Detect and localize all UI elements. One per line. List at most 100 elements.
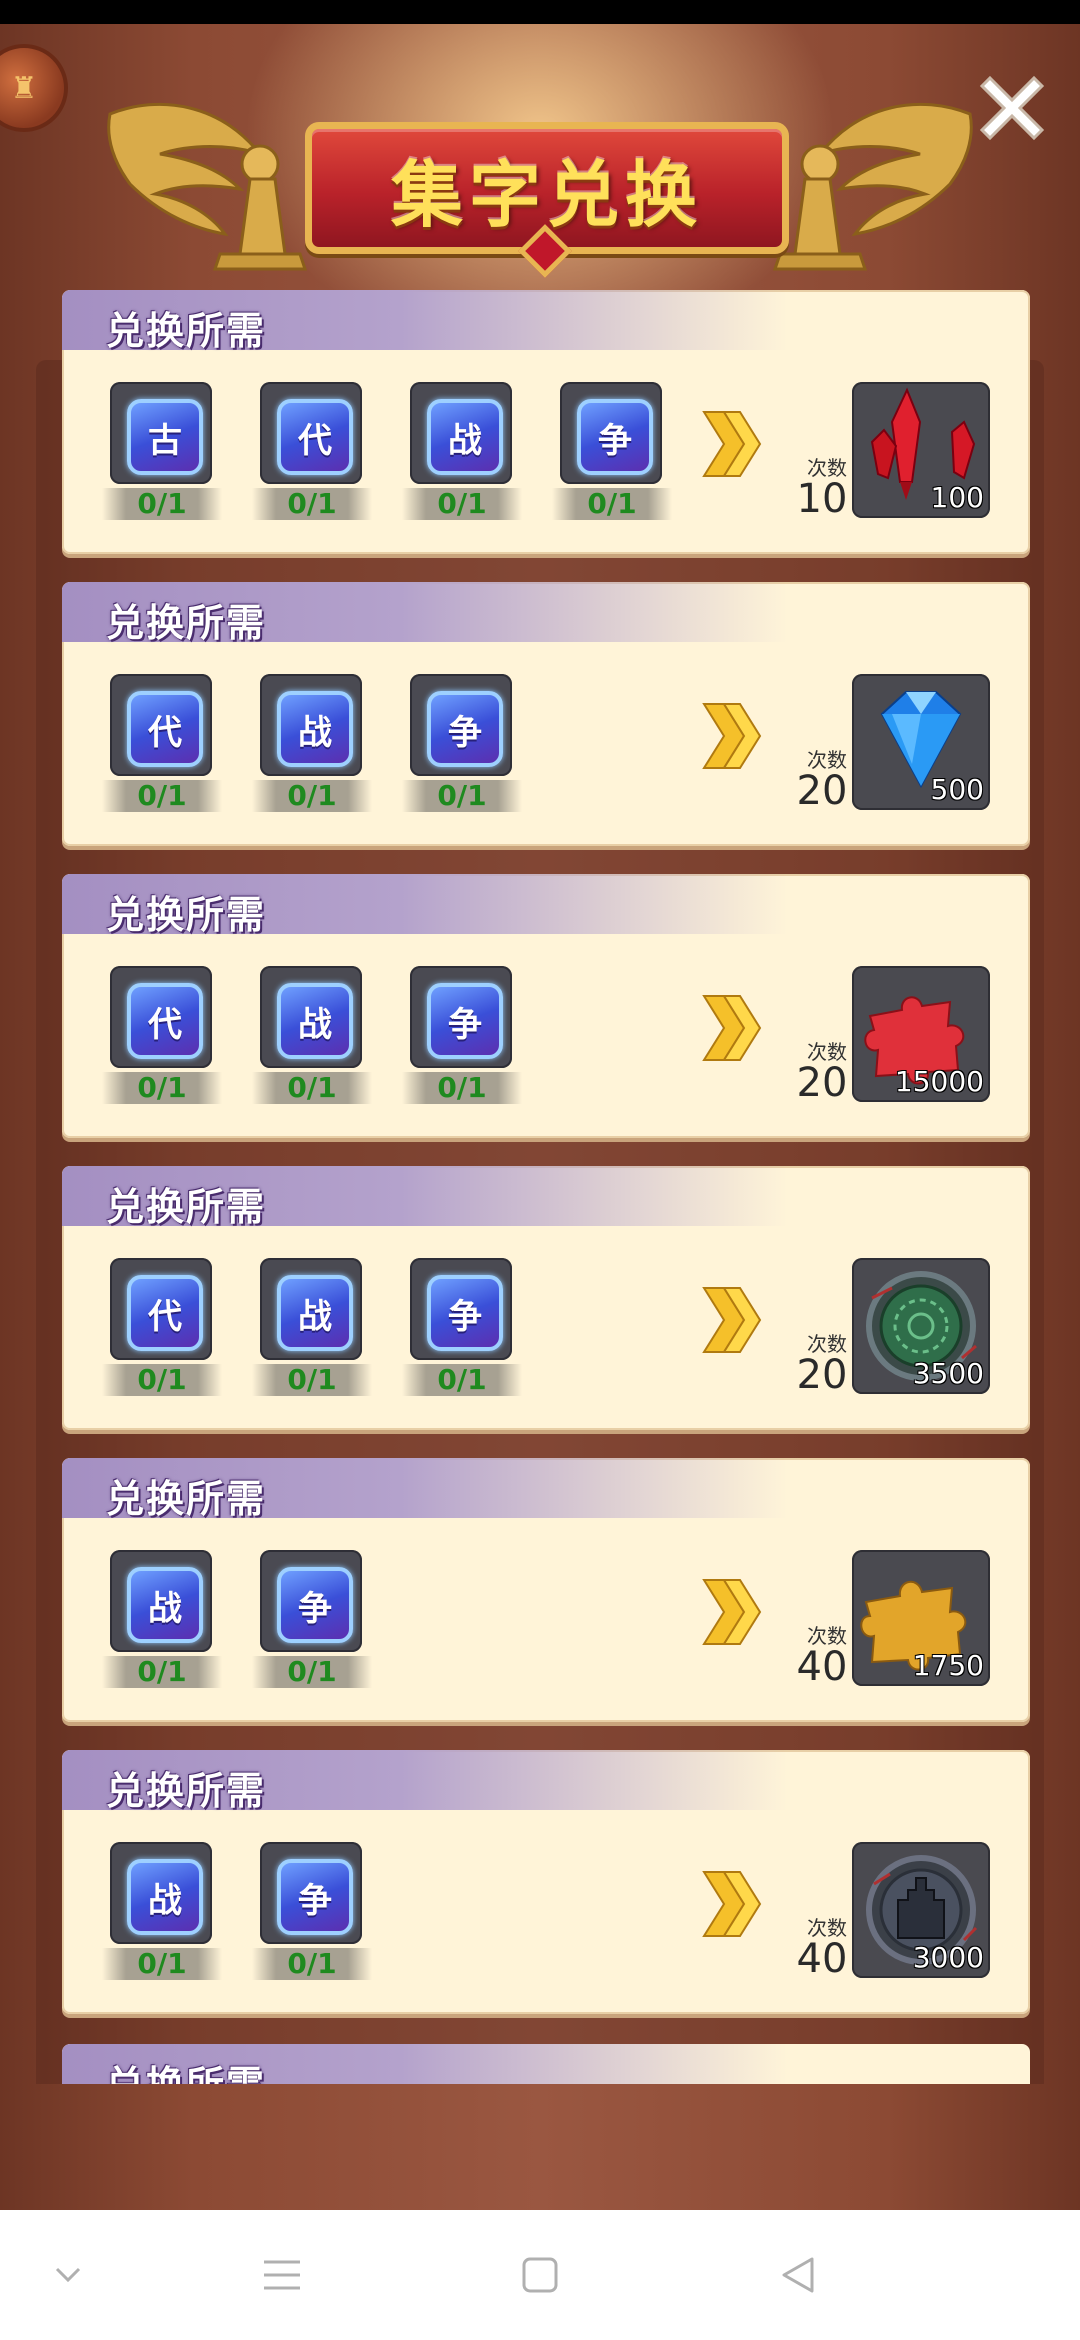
- char-slot-zheng[interactable]: 争 0/1: [252, 1550, 372, 1696]
- treasure-chest-icon[interactable]: ♜: [0, 44, 68, 132]
- exchange-card: 兑换所需 代 0/1 战 0/1 争 0/1 次数 20 3500: [62, 1166, 1030, 1430]
- char-count: 0/1: [102, 1948, 222, 1980]
- char-slot-zheng[interactable]: 争 0/1: [252, 1842, 372, 1988]
- nav-down-button[interactable]: [38, 2250, 98, 2300]
- char-badge: 战: [277, 691, 353, 767]
- char-badge: 代: [127, 691, 203, 767]
- char-count: 0/1: [252, 1072, 372, 1104]
- char-badge: 代: [277, 399, 353, 475]
- char-count: 0/1: [102, 1656, 222, 1688]
- char-tile: 代: [110, 966, 212, 1068]
- char-badge: 争: [277, 1859, 353, 1935]
- home-square-icon: [522, 2257, 558, 2293]
- char-badge: 争: [427, 1275, 503, 1351]
- char-slot-dai[interactable]: 代 0/1: [102, 1258, 222, 1404]
- char-slot-zhan[interactable]: 战 0/1: [102, 1550, 222, 1696]
- char-count: 0/1: [402, 780, 522, 812]
- exchange-card: 兑换所需 古 0/1 代 0/1 战 0/1 争 0/1 次数 10 100: [62, 290, 1030, 554]
- char-badge: 代: [127, 1275, 203, 1351]
- char-slot-zhan[interactable]: 战 0/1: [252, 966, 372, 1112]
- char-count: 0/1: [402, 488, 522, 520]
- char-count: 0/1: [102, 780, 222, 812]
- char-badge: 战: [127, 1567, 203, 1643]
- char-tile: 争: [260, 1550, 362, 1652]
- reward-amount: 1750: [912, 1649, 984, 1682]
- char-slot-zhan[interactable]: 战 0/1: [252, 1258, 372, 1404]
- char-count: 0/1: [252, 488, 372, 520]
- char-tile: 战: [410, 382, 512, 484]
- char-tile: 争: [410, 966, 512, 1068]
- double-chevron-right-icon: [702, 703, 762, 769]
- card-title: 兑换所需: [106, 1769, 267, 1813]
- reward-amount: 15000: [894, 1065, 984, 1098]
- char-badge: 代: [127, 983, 203, 1059]
- reward-amount: 3000: [912, 1941, 984, 1974]
- times-value: 20: [796, 1352, 848, 1398]
- double-chevron-right-icon: [702, 1579, 762, 1645]
- char-slot-zhan[interactable]: 战 0/1: [402, 382, 522, 528]
- card-title: 兑换所需: [106, 1185, 267, 1229]
- char-tile: 战: [110, 1550, 212, 1652]
- char-slot-zheng[interactable]: 争 0/1: [402, 966, 522, 1112]
- char-slot-dai[interactable]: 代 0/1: [252, 382, 372, 528]
- char-count: 0/1: [102, 1364, 222, 1396]
- reward-slot[interactable]: 500: [852, 674, 990, 810]
- double-chevron-right-icon: [702, 411, 762, 477]
- reward-slot[interactable]: 15000: [852, 966, 990, 1102]
- char-slot-zheng[interactable]: 争 0/1: [402, 674, 522, 820]
- char-tile: 战: [260, 674, 362, 776]
- char-count: 0/1: [402, 1364, 522, 1396]
- char-count: 0/1: [102, 1072, 222, 1104]
- char-slot-zheng[interactable]: 争 0/1: [552, 382, 672, 528]
- times-value: 20: [796, 1060, 848, 1106]
- char-count: 0/1: [102, 488, 222, 520]
- char-tile: 战: [110, 1842, 212, 1944]
- close-button[interactable]: [972, 68, 1052, 148]
- char-badge: 争: [577, 399, 653, 475]
- reward-slot[interactable]: 3000: [852, 1842, 990, 1978]
- char-count: 0/1: [252, 1948, 372, 1980]
- char-slot-zhan[interactable]: 战 0/1: [252, 674, 372, 820]
- char-slot-zhan[interactable]: 战 0/1: [102, 1842, 222, 1988]
- char-tile: 战: [260, 966, 362, 1068]
- title-header: 集字兑换: [100, 48, 980, 288]
- char-slot-gu[interactable]: 古 0/1: [102, 382, 222, 528]
- card-title: 兑换所需: [106, 601, 267, 645]
- menu-icon: [264, 2260, 300, 2290]
- char-tile: 代: [110, 1258, 212, 1360]
- char-count: 0/1: [252, 780, 372, 812]
- times-value: 40: [796, 1936, 848, 1982]
- exchange-card: 兑换所需 战 0/1 争 0/1 次数 40 3000: [62, 1750, 1030, 2014]
- exchange-screen: ♜ 集字兑换 兑换所需 古 0/1 代 0/1 战 0/1 争 0/1 次数 1…: [0, 24, 1080, 2210]
- char-badge: 战: [427, 399, 503, 475]
- char-badge: 争: [427, 983, 503, 1059]
- golden-angel-right-icon: [772, 102, 973, 271]
- double-chevron-right-icon: [702, 1287, 762, 1353]
- times-value: 10: [796, 476, 848, 522]
- golden-angel-left-icon: [107, 102, 308, 271]
- bottom-frame: [0, 2084, 1080, 2210]
- double-chevron-right-icon: [702, 995, 762, 1061]
- exchange-card: 兑换所需 代 0/1 战 0/1 争 0/1 次数 20 15000: [62, 874, 1030, 1138]
- char-slot-dai[interactable]: 代 0/1: [102, 674, 222, 820]
- nav-home-button[interactable]: [510, 2250, 570, 2300]
- times-value: 40: [796, 1644, 848, 1690]
- nav-back-button[interactable]: [768, 2250, 828, 2300]
- char-slot-dai[interactable]: 代 0/1: [102, 966, 222, 1112]
- char-count: 0/1: [402, 1072, 522, 1104]
- back-chevron-icon: [55, 2267, 81, 2283]
- reward-slot[interactable]: 3500: [852, 1258, 990, 1394]
- char-tile: 代: [260, 382, 362, 484]
- reward-amount: 100: [930, 481, 984, 514]
- char-badge: 战: [277, 1275, 353, 1351]
- reward-slot[interactable]: 1750: [852, 1550, 990, 1686]
- char-tile: 代: [110, 674, 212, 776]
- char-slot-zheng[interactable]: 争 0/1: [402, 1258, 522, 1404]
- card-title: 兑换所需: [106, 309, 267, 353]
- reward-slot[interactable]: 100: [852, 382, 990, 518]
- page-title: 集字兑换: [390, 152, 703, 237]
- exchange-card: 兑换所需 战 0/1 争 0/1 次数 40 1750: [62, 1458, 1030, 1722]
- system-nav-bar: [0, 2210, 1080, 2340]
- char-tile: 战: [260, 1258, 362, 1360]
- nav-menu-button[interactable]: [252, 2250, 312, 2300]
